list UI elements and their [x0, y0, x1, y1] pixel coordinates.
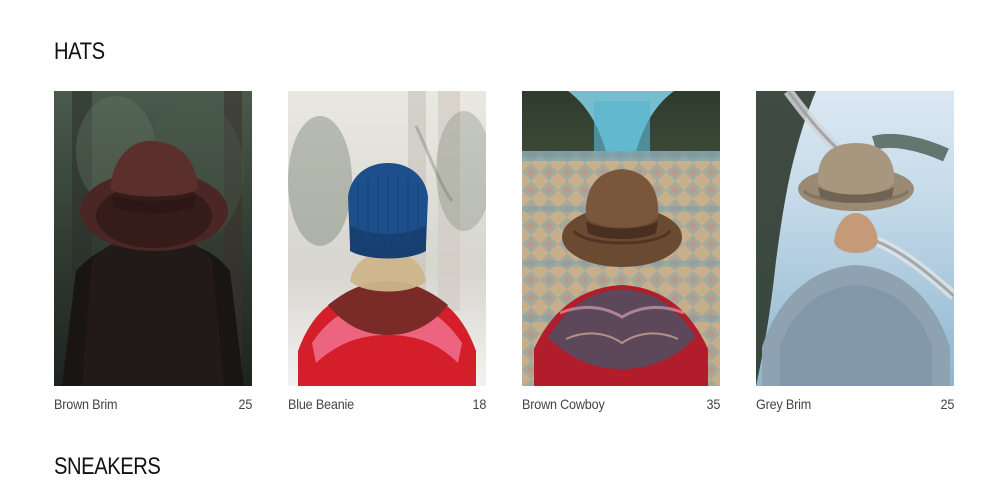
person-back-grey-brim-hat-coast-road-photo	[756, 91, 954, 386]
product-meta: Brown Brim 25	[54, 395, 252, 413]
product-name[interactable]: Grey Brim	[756, 396, 811, 412]
product-price: 18	[472, 396, 486, 412]
product-image[interactable]	[756, 91, 954, 386]
product-grid-hats: Brown Brim 25 Blue Beanie 18 Brown Cowbo…	[54, 91, 954, 421]
product-meta: Brown Cowboy 35	[522, 395, 720, 413]
product-card[interactable]: Brown Cowboy 35	[522, 91, 720, 421]
product-meta: Grey Brim 25	[756, 395, 954, 413]
person-back-brown-cowboy-hat-tiles-photo	[522, 91, 720, 386]
section-title-sneakers[interactable]: SNEAKERS	[54, 455, 161, 479]
product-price: 25	[940, 396, 954, 412]
product-card[interactable]: Brown Brim 25	[54, 91, 252, 421]
product-price: 25	[238, 396, 252, 412]
product-card[interactable]: Blue Beanie 18	[288, 91, 486, 421]
product-name[interactable]: Brown Brim	[54, 396, 118, 412]
person-back-brown-brim-hat-forest-photo	[54, 91, 252, 386]
shop-page: HATS Brown Brim 25 Blue Beanie 18 Brown …	[0, 0, 1007, 481]
product-image[interactable]	[288, 91, 486, 386]
product-image[interactable]	[522, 91, 720, 386]
product-name[interactable]: Blue Beanie	[288, 396, 354, 412]
product-image[interactable]	[54, 91, 252, 386]
person-back-blue-beanie-snow-photo	[288, 91, 486, 386]
product-price: 35	[706, 396, 720, 412]
product-card[interactable]: Grey Brim 25	[756, 91, 954, 421]
section-title-hats[interactable]: HATS	[54, 40, 105, 64]
product-name[interactable]: Brown Cowboy	[522, 396, 605, 412]
product-meta: Blue Beanie 18	[288, 395, 486, 413]
